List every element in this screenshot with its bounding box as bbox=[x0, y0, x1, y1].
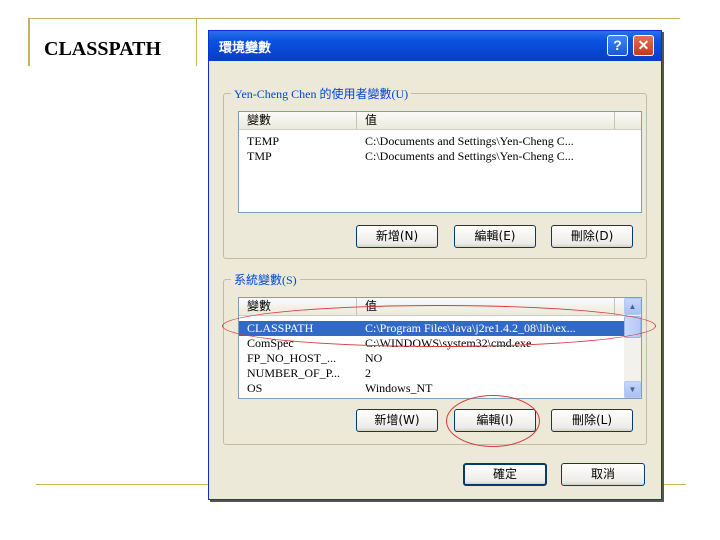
variable-value: NO bbox=[365, 351, 383, 365]
variable-name: FP_NO_HOST_... bbox=[247, 351, 337, 365]
variable-name: CLASSPATH bbox=[247, 321, 314, 335]
list-item[interactable]: FP_NO_HOST_... NO bbox=[239, 351, 624, 366]
user-edit-button[interactable]: 編輯(E) bbox=[454, 225, 536, 248]
variable-value: C:\WINDOWS\system32\cmd.exe bbox=[365, 336, 532, 350]
system-edit-button[interactable]: 編輯(I) bbox=[454, 409, 536, 432]
list-item[interactable]: OS Windows_NT bbox=[239, 381, 624, 396]
list-item[interactable]: NUMBER_OF_P... 2 bbox=[239, 366, 624, 381]
variable-name: TMP bbox=[247, 149, 272, 163]
window-title: 環境變數 bbox=[219, 41, 272, 56]
user-delete-button[interactable]: 刪除(D) bbox=[551, 225, 633, 248]
slide-left-rule bbox=[28, 18, 30, 66]
system-variables-list[interactable]: 變數 值 CLASSPATH C:\Program Files\Java\j2r… bbox=[238, 297, 642, 399]
slide-top-rule bbox=[30, 18, 680, 19]
variable-value: 2 bbox=[365, 366, 371, 380]
variable-value: C:\Documents and Settings\Yen-Cheng C... bbox=[365, 149, 574, 163]
list-item[interactable]: TMP C:\Documents and Settings\Yen-Cheng … bbox=[239, 149, 641, 164]
variable-value: C:\Program Files\Java\j2re1.4.2_08\lib\e… bbox=[365, 321, 576, 335]
environment-variables-dialog: 環境變數 ? ✕ Yen-Cheng Chen 的使用者變數(U) 變數 值 T… bbox=[208, 30, 662, 500]
variable-value: C:\Documents and Settings\Yen-Cheng C... bbox=[365, 134, 574, 148]
user-new-button[interactable]: 新增(N) bbox=[356, 225, 438, 248]
scroll-up-icon[interactable]: ▲ bbox=[624, 298, 641, 315]
variable-value: Windows_NT bbox=[365, 381, 433, 395]
user-list-header: 變數 值 bbox=[239, 112, 641, 130]
slide-divider bbox=[196, 18, 197, 66]
cancel-button[interactable]: 取消 bbox=[561, 463, 645, 486]
list-item[interactable]: TEMP C:\Documents and Settings\Yen-Cheng… bbox=[239, 134, 641, 149]
variable-name: OS bbox=[247, 381, 263, 395]
column-header-variable[interactable]: 變數 bbox=[239, 112, 357, 129]
help-button[interactable]: ? bbox=[607, 35, 628, 56]
title-bar[interactable]: 環境變數 ? ✕ bbox=[209, 31, 661, 61]
variable-name: ComSpec bbox=[247, 336, 294, 350]
list-item-selected[interactable]: CLASSPATH C:\Program Files\Java\j2re1.4.… bbox=[239, 321, 624, 336]
scroll-down-icon[interactable]: ▼ bbox=[624, 381, 641, 398]
ok-button[interactable]: 確定 bbox=[463, 463, 547, 486]
column-header-value[interactable]: 值 bbox=[357, 112, 615, 129]
slide-title: CLASSPATH bbox=[44, 38, 162, 60]
system-list-header: 變數 值 bbox=[239, 298, 624, 316]
scroll-thumb[interactable] bbox=[624, 316, 641, 338]
system-new-button[interactable]: 新增(W) bbox=[356, 409, 438, 432]
user-variables-legend: Yen-Cheng Chen 的使用者變數(U) bbox=[231, 85, 412, 102]
system-delete-button[interactable]: 刪除(L) bbox=[551, 409, 633, 432]
close-button[interactable]: ✕ bbox=[633, 35, 654, 56]
variable-name: TEMP bbox=[247, 134, 280, 148]
list-item[interactable]: ComSpec C:\WINDOWS\system32\cmd.exe bbox=[239, 336, 624, 351]
user-variables-list[interactable]: 變數 值 TEMP C:\Documents and Settings\Yen-… bbox=[238, 111, 642, 213]
system-variables-legend: 系統變數(S) bbox=[231, 271, 300, 288]
column-header-value[interactable]: 值 bbox=[357, 298, 615, 315]
column-header-variable[interactable]: 變數 bbox=[239, 298, 357, 315]
variable-name: NUMBER_OF_P... bbox=[247, 366, 341, 380]
vertical-scrollbar[interactable]: ▲ ▼ bbox=[624, 298, 641, 398]
